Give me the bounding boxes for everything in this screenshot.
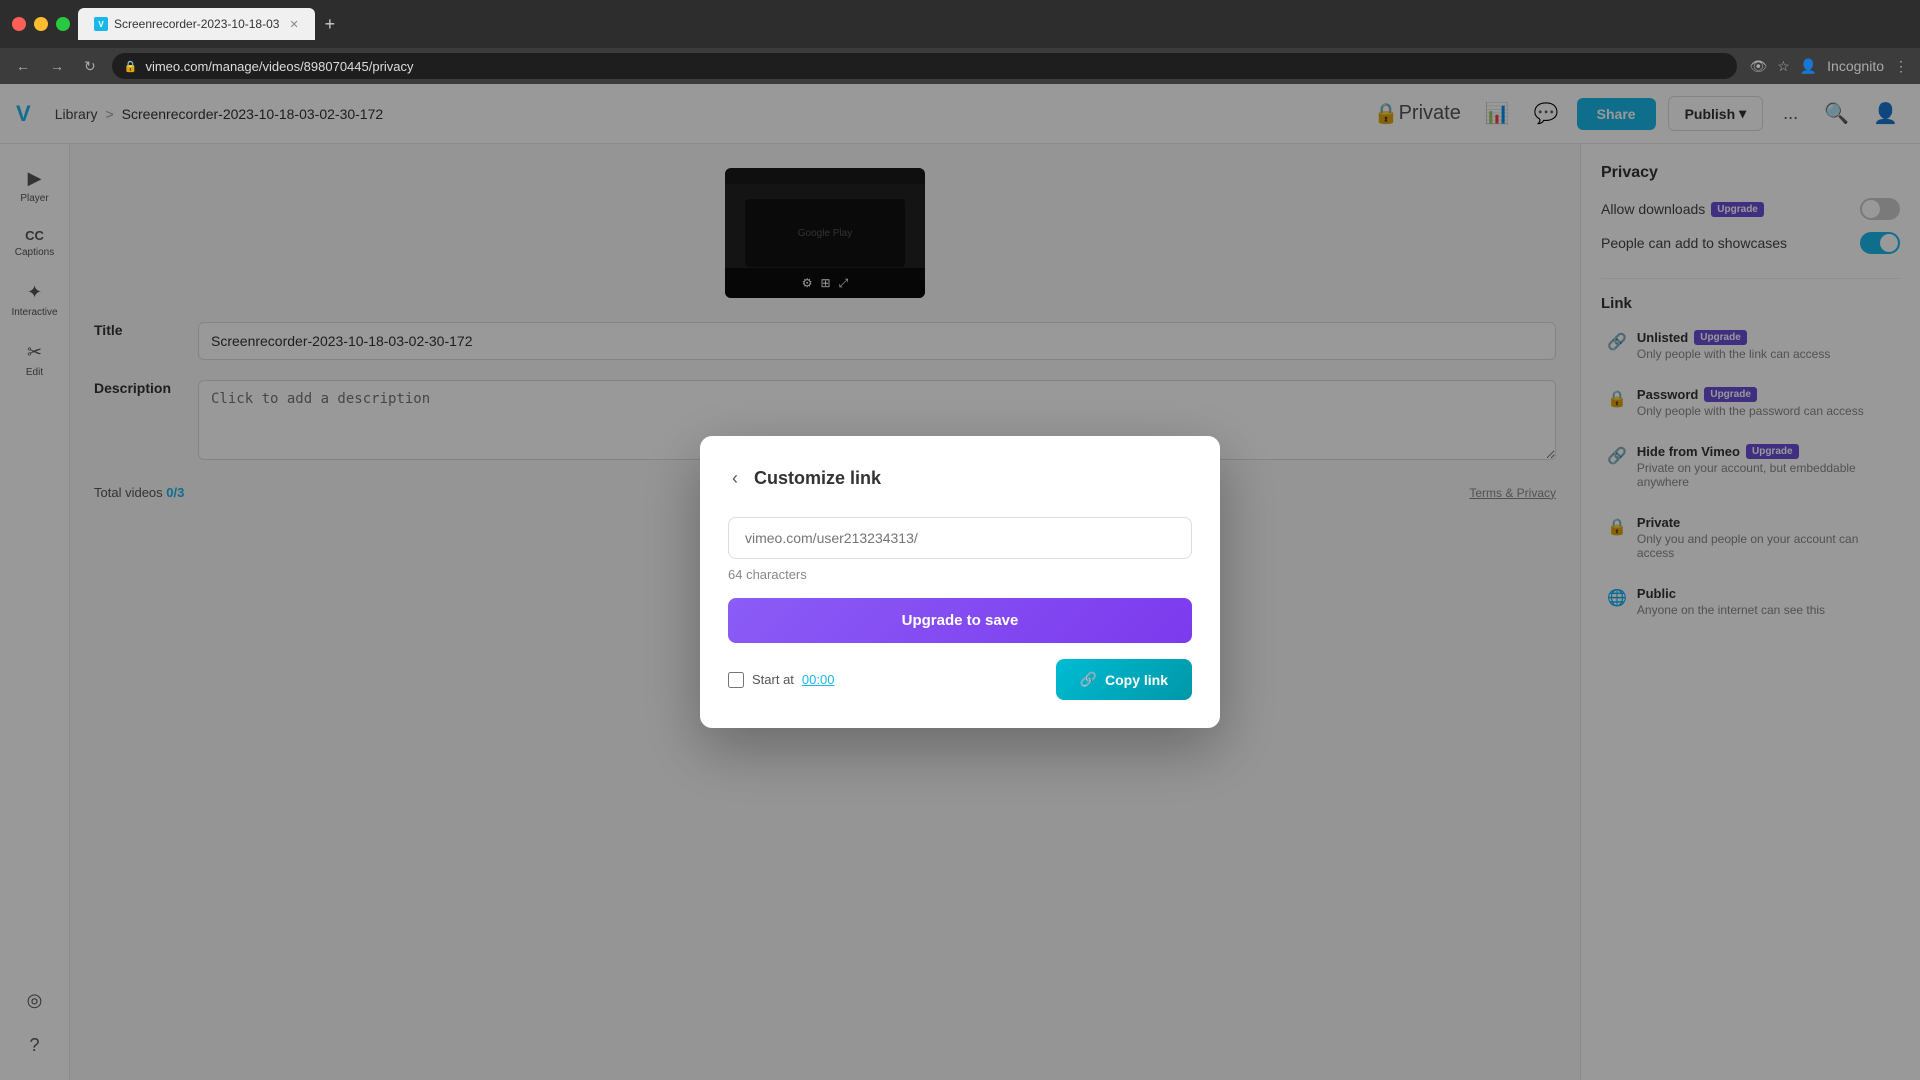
tab-favicon: V — [94, 17, 108, 31]
modal-title: Customize link — [754, 468, 881, 489]
modal-header: ‹ Customize link — [728, 464, 1192, 493]
tab-close-button[interactable]: ✕ — [289, 18, 298, 31]
close-window-button[interactable] — [12, 17, 26, 31]
start-at-time[interactable]: 00:00 — [802, 672, 835, 687]
copy-link-button[interactable]: 🔗 Copy link — [1056, 659, 1192, 700]
eyeoff-icon: 👁 — [1749, 58, 1767, 75]
upgrade-to-save-button[interactable]: Upgrade to save — [728, 598, 1192, 643]
profile-icon[interactable]: 👤 — [1800, 58, 1817, 75]
window-controls — [12, 17, 70, 31]
tab-bar: V Screenrecorder-2023-10-18-03 ✕ + — [78, 8, 1908, 40]
address-bar[interactable]: 🔒 vimeo.com/manage/videos/898070445/priv… — [112, 53, 1738, 79]
modal-overlay: ‹ Customize link 64 characters Upgrade t… — [0, 84, 1920, 1080]
maximize-window-button[interactable] — [56, 17, 70, 31]
start-at-row: Start at 00:00 — [728, 672, 834, 688]
star-icon[interactable]: ☆ — [1777, 58, 1790, 75]
tab-title: Screenrecorder-2023-10-18-03 — [114, 17, 279, 31]
start-at-label: Start at — [752, 672, 794, 687]
address-text: vimeo.com/manage/videos/898070445/privac… — [145, 59, 1725, 74]
active-tab[interactable]: V Screenrecorder-2023-10-18-03 ✕ — [78, 8, 315, 40]
modal-back-button[interactable]: ‹ — [728, 464, 742, 493]
customize-link-modal: ‹ Customize link 64 characters Upgrade t… — [700, 436, 1220, 728]
lock-icon: 🔒 — [124, 60, 138, 73]
browser-chrome: V Screenrecorder-2023-10-18-03 ✕ + — [0, 0, 1920, 48]
copy-link-icon: 🔗 — [1080, 671, 1097, 688]
char-count: 64 characters — [728, 567, 1192, 582]
menu-icon[interactable]: ⋮ — [1894, 58, 1908, 75]
start-at-checkbox[interactable] — [728, 672, 744, 688]
customize-link-input[interactable] — [728, 517, 1192, 559]
copy-link-label: Copy link — [1105, 672, 1168, 688]
back-button[interactable]: ← — [12, 56, 34, 76]
address-bar-row: ← → ↻ 🔒 vimeo.com/manage/videos/89807044… — [0, 48, 1920, 84]
reload-button[interactable]: ↻ — [80, 56, 100, 77]
incognito-label: Incognito — [1827, 58, 1884, 74]
browser-actions: 👁 ☆ 👤 Incognito ⋮ — [1749, 58, 1908, 75]
modal-footer: Start at 00:00 🔗 Copy link — [728, 659, 1192, 700]
new-tab-button[interactable]: + — [319, 14, 342, 35]
minimize-window-button[interactable] — [34, 17, 48, 31]
forward-button[interactable]: → — [46, 56, 68, 76]
